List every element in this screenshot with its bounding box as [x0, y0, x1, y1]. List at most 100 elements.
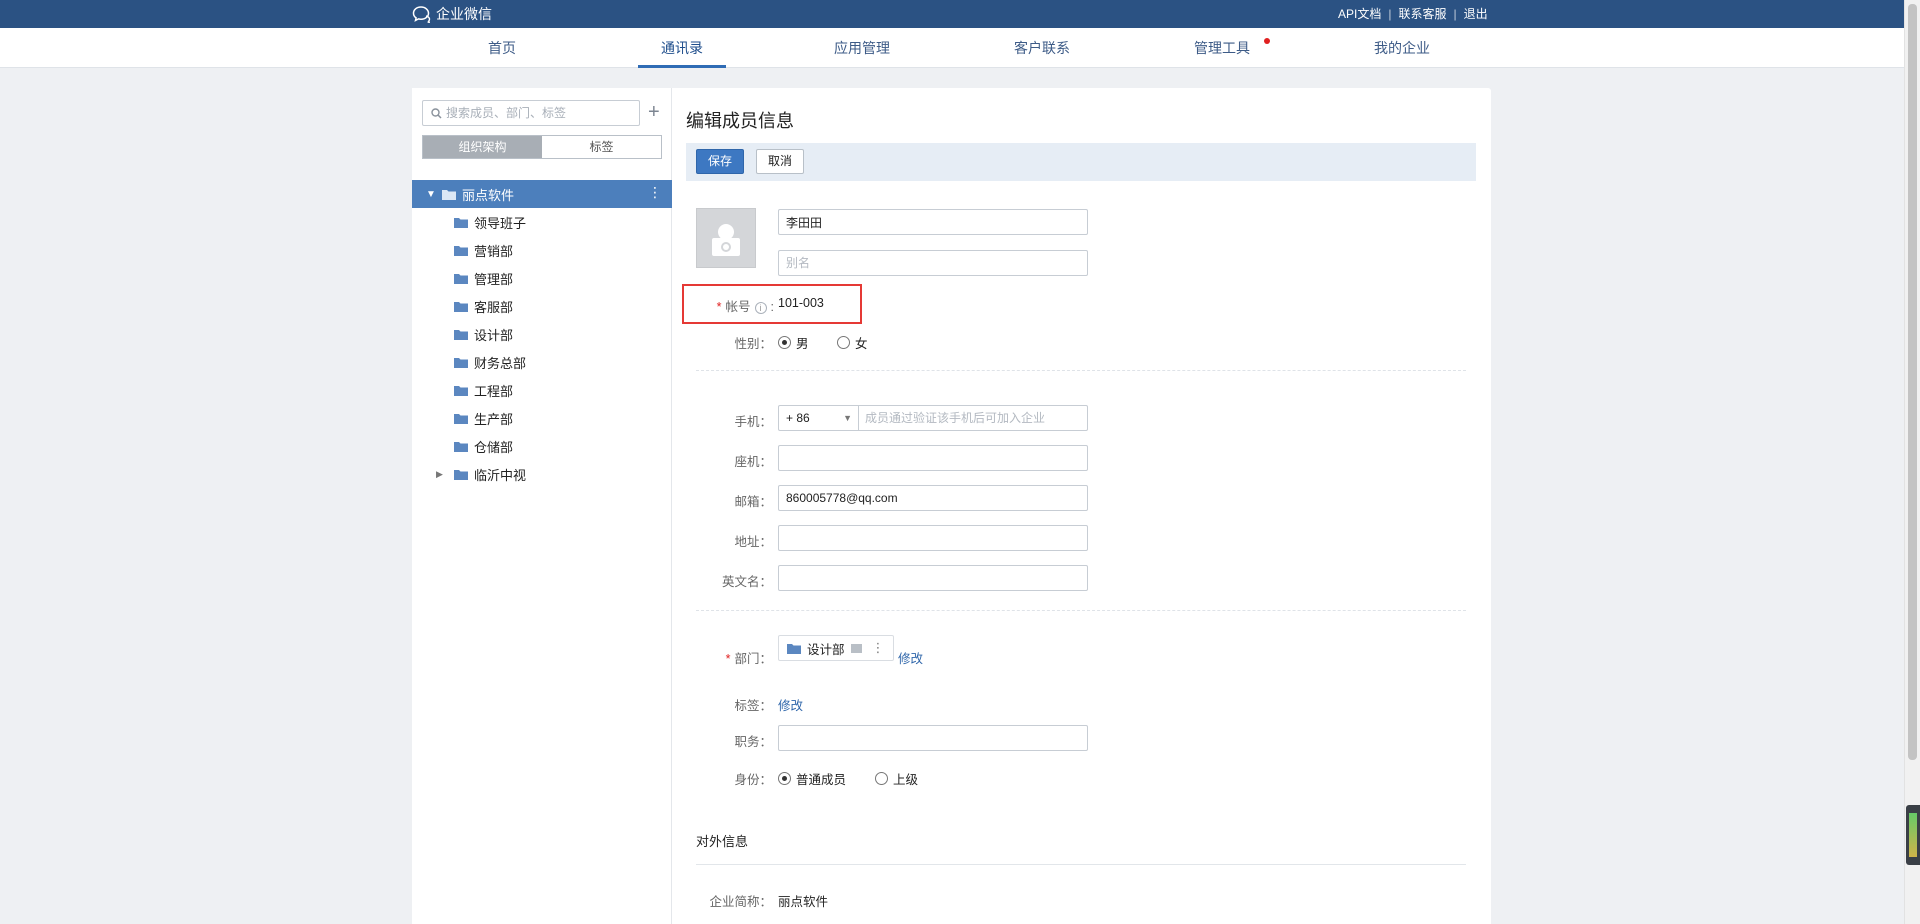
avatar-upload[interactable] [696, 208, 756, 268]
tree-item[interactable]: 营销部 [412, 236, 672, 264]
scrollbar-thumb[interactable] [1908, 4, 1917, 760]
logout-link[interactable]: 退出 [1464, 5, 1488, 22]
main-card: + 组织架构 标签 ▼ 丽点软件 ⋮ 领导班子 营销部 管理部 客服部 设计部 … [412, 88, 1491, 924]
section-divider [696, 610, 1466, 611]
account-label: * 帐号 i: [716, 300, 774, 314]
tree-item[interactable]: 领导班子 [412, 208, 672, 236]
address-input[interactable] [786, 526, 1087, 550]
department-tree: ▼ 丽点软件 ⋮ 领导班子 营销部 管理部 客服部 设计部 财务总部 工程部 生… [412, 180, 672, 488]
member-search-box[interactable] [422, 100, 640, 126]
tree-item[interactable]: 设计部 [412, 320, 672, 348]
name-input[interactable] [786, 210, 1087, 234]
tab-tags[interactable]: 标签 [542, 136, 661, 158]
info-icon[interactable]: i [754, 302, 767, 314]
folder-icon [787, 643, 801, 654]
email-field[interactable] [778, 485, 1088, 511]
position-input[interactable] [786, 726, 1087, 750]
tree-item[interactable]: 财务总部 [412, 348, 672, 376]
tree-item[interactable]: 生产部 [412, 404, 672, 432]
add-icon[interactable]: + [648, 102, 660, 122]
nav-home[interactable]: 首页 [474, 28, 530, 68]
folder-icon [454, 245, 468, 256]
nav-app-management[interactable]: 应用管理 [822, 28, 902, 68]
more-vertical-icon[interactable]: ⋮ [872, 640, 885, 656]
contact-support-link[interactable]: 联系客服 [1398, 5, 1446, 22]
nav-contacts[interactable]: 通讯录 [638, 28, 726, 68]
side-widget[interactable] [1906, 805, 1920, 865]
english-name-field[interactable] [778, 565, 1088, 591]
tree-item[interactable]: ▶ 临沂中视 [412, 460, 672, 488]
tree-root-label: 丽点软件 [462, 187, 515, 203]
tree-item[interactable]: 工程部 [412, 376, 672, 404]
tree-item-label: 领导班子 [474, 215, 527, 231]
english-name-input[interactable] [786, 566, 1087, 590]
cancel-button[interactable]: 取消 [756, 149, 805, 174]
gender-female-radio[interactable]: 女 [837, 333, 868, 352]
country-code-select[interactable]: + 86 ▼ [779, 406, 859, 430]
modify-tag-link[interactable]: 修改 [778, 695, 803, 714]
section-divider [696, 370, 1466, 371]
nav-customer-contact[interactable]: 客户联系 [1002, 28, 1082, 68]
identity-label: 身份： [734, 773, 772, 787]
name-field[interactable] [778, 209, 1088, 235]
folder-icon [454, 413, 468, 424]
identity-superior-radio[interactable]: 上级 [875, 769, 918, 788]
department-label: * 部门： [725, 652, 772, 666]
tree-item-label: 财务总部 [474, 355, 527, 371]
landline-input[interactable] [786, 446, 1087, 470]
landline-label: 座机： [734, 455, 772, 469]
tree-item[interactable]: 管理部 [412, 264, 672, 292]
phone-label: 手机： [734, 415, 772, 429]
tree-item-label: 客服部 [474, 299, 514, 315]
nav-my-enterprise[interactable]: 我的企业 [1362, 28, 1442, 68]
section-divider [696, 864, 1466, 865]
tree-item-label: 仓储部 [474, 439, 514, 455]
landline-field[interactable] [778, 445, 1088, 471]
tree-item-label: 设计部 [474, 327, 514, 343]
required-mark: * [716, 300, 722, 314]
tree-item[interactable]: 客服部 [412, 292, 672, 320]
folder-icon [454, 469, 468, 480]
tab-org-structure[interactable]: 组织架构 [423, 136, 542, 158]
tree-root-item[interactable]: ▼ 丽点软件 ⋮ [412, 180, 672, 208]
caret-down-icon[interactable]: ▼ [426, 189, 442, 200]
gender-label: 性别： [734, 337, 772, 351]
address-field[interactable] [778, 525, 1088, 551]
meter-icon [1909, 813, 1917, 857]
tree-item-label: 临沂中视 [474, 467, 527, 483]
position-field[interactable] [778, 725, 1088, 751]
phone-input-wrap [865, 406, 1085, 430]
more-vertical-icon[interactable]: ⋮ [648, 185, 662, 199]
identity-member-radio[interactable]: 普通成员 [778, 769, 846, 788]
main-nav: 首页 通讯录 应用管理 客户联系 管理工具 我的企业 [0, 28, 1920, 68]
folder-icon [454, 357, 468, 368]
modify-department-link[interactable]: 修改 [898, 648, 923, 667]
sidebar-tabs: 组织架构 标签 [422, 135, 662, 159]
email-input[interactable] [786, 486, 1087, 510]
save-button[interactable]: 保存 [696, 149, 745, 174]
gender-male-radio[interactable]: 男 [778, 333, 809, 352]
company-short-label: 企业简称： [709, 895, 772, 909]
department-chip[interactable]: 设计部 ⋮ [778, 635, 894, 661]
dropdown-arrow-icon: ▼ [843, 413, 852, 423]
tree-item[interactable]: 仓储部 [412, 432, 672, 460]
search-icon [431, 107, 442, 119]
tree-item-label: 管理部 [474, 271, 514, 287]
tree-item-label: 生产部 [474, 411, 514, 427]
department-badge-icon[interactable] [850, 643, 862, 653]
api-docs-link[interactable]: API文档 [1338, 5, 1381, 22]
member-search-input[interactable] [446, 106, 626, 120]
nav-management-tools[interactable]: 管理工具 [1182, 28, 1270, 68]
folder-icon [454, 329, 468, 340]
org-sidebar: + 组织架构 标签 ▼ 丽点软件 ⋮ 领导班子 营销部 管理部 客服部 设计部 … [412, 88, 672, 924]
page-scrollbar[interactable] [1904, 0, 1920, 924]
folder-icon [454, 217, 468, 228]
alias-input[interactable] [786, 251, 1087, 275]
folder-icon [442, 189, 456, 200]
camera-icon [712, 224, 740, 256]
alias-field[interactable] [778, 250, 1088, 276]
folder-icon [454, 385, 468, 396]
brand-logo[interactable]: 企业微信 [412, 4, 492, 24]
caret-right-icon[interactable]: ▶ [436, 469, 454, 480]
phone-input[interactable] [865, 406, 1085, 430]
